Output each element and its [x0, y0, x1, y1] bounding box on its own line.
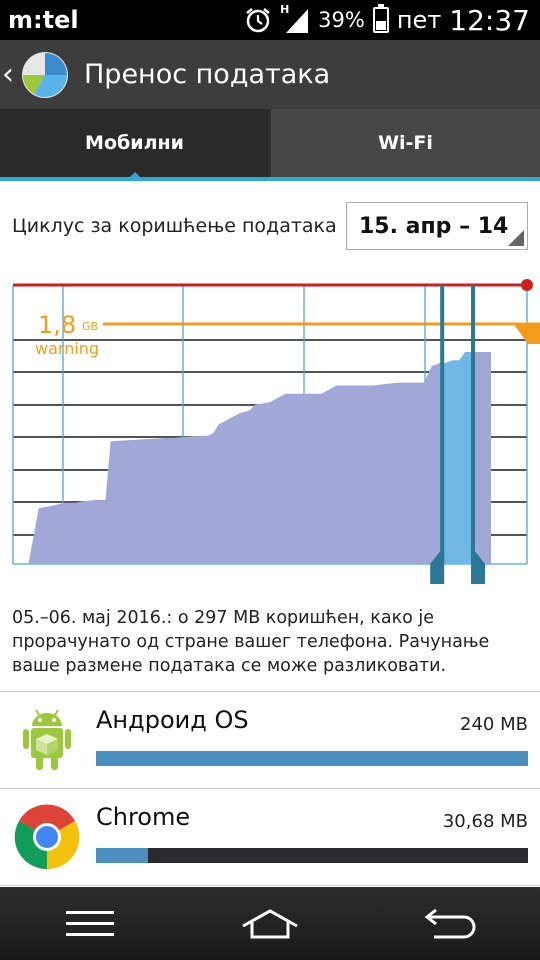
- app-name: Андроид OS: [96, 706, 249, 734]
- selected-range-area: [442, 351, 474, 564]
- weekday: пет: [396, 6, 442, 34]
- usage-bar: [96, 848, 528, 863]
- home-button[interactable]: [230, 894, 310, 954]
- tab-mobile-label: Мобилни: [85, 132, 184, 154]
- tab-bar: Мобилни Wi-Fi: [0, 109, 540, 181]
- usage-bar: [96, 751, 528, 766]
- usage-description: 05.–06. мај 2016.: о 297 MB коришћен, ка…: [12, 608, 490, 676]
- app-usage-size: 30,68 MB: [442, 811, 528, 832]
- warning-handle[interactable]: [513, 323, 540, 345]
- menu-button[interactable]: [50, 894, 130, 954]
- home-icon: [242, 908, 298, 938]
- chrome-icon: [14, 804, 80, 870]
- clock: 12:37: [449, 3, 530, 37]
- usage-cycle-row: Циклус за коришћење података 15. апр – 1…: [12, 200, 528, 252]
- app-bar: ‹ Пренос података: [0, 40, 540, 109]
- app-usage-row[interactable]: Андроид OS 240 MB: [0, 692, 540, 788]
- status-bar: m:tel H 39% пет 12:37: [0, 0, 540, 40]
- chevron-left-icon[interactable]: ‹: [2, 57, 16, 92]
- back-arrow-icon: [424, 908, 476, 938]
- signal-strength-icon: H: [280, 3, 310, 35]
- carrier-name: m:tel: [8, 6, 79, 34]
- dropdown-corner-icon: [508, 230, 524, 246]
- warning-label: warning: [35, 339, 99, 358]
- tab-mobile[interactable]: Мобилни: [0, 109, 269, 181]
- usage-cycle-label: Циклус за коришћење података: [12, 215, 337, 237]
- limit-handle[interactable]: [521, 279, 533, 291]
- battery-percent: 39%: [318, 8, 365, 32]
- status-icons: H 39% пет 12:37: [244, 2, 530, 38]
- app-name: Chrome: [96, 803, 191, 831]
- usage-cycle-dropdown[interactable]: 15. апр – 14: [346, 202, 528, 250]
- app-usage-row[interactable]: Chrome 30,68 MB: [0, 789, 540, 885]
- data-usage-chart: 1,8 GB warning: [12, 279, 540, 584]
- warning-unit: GB: [82, 320, 98, 333]
- usage-bar-fill: [96, 751, 528, 766]
- page-title: Пренос података: [84, 59, 331, 90]
- tab-wifi[interactable]: Wi-Fi: [271, 109, 540, 177]
- divider: [0, 885, 540, 886]
- back-button[interactable]: [410, 894, 490, 954]
- warning-value: 1,8: [38, 311, 76, 339]
- usage-cycle-value: 15. апр – 14: [359, 213, 509, 239]
- battery-icon: [372, 4, 389, 33]
- app-usage-size: 240 MB: [460, 714, 528, 735]
- alarm-clock-icon: [246, 8, 270, 33]
- usage-bar-fill: [96, 848, 148, 863]
- tab-wifi-label: Wi-Fi: [378, 132, 433, 154]
- menu-icon: [66, 910, 114, 936]
- usage-area: [13, 351, 492, 564]
- navigation-bar: [0, 887, 540, 960]
- data-usage-pie-icon[interactable]: [20, 50, 70, 100]
- android-icon: [23, 709, 71, 770]
